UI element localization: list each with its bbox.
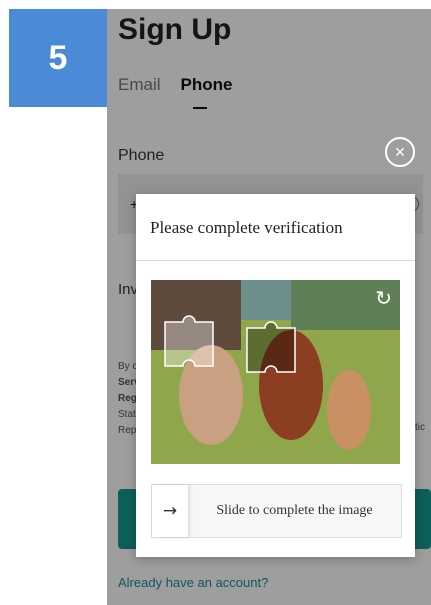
verification-title: Please complete verification bbox=[150, 218, 343, 237]
step-number-badge: 5 bbox=[9, 9, 107, 107]
step-number: 5 bbox=[48, 38, 68, 77]
verification-modal: Please complete verification ↻ → Slide t… bbox=[136, 194, 415, 557]
slider-label: Slide to complete the image bbox=[216, 503, 373, 518]
puzzle-image: ↻ bbox=[151, 280, 400, 464]
verification-slider[interactable]: → Slide to complete the image bbox=[151, 484, 402, 538]
divider bbox=[136, 260, 415, 261]
close-icon[interactable]: × bbox=[385, 137, 415, 167]
arrow-right-icon[interactable]: → bbox=[152, 485, 189, 537]
cows-illustration bbox=[151, 280, 400, 464]
refresh-icon[interactable]: ↻ bbox=[375, 286, 392, 310]
